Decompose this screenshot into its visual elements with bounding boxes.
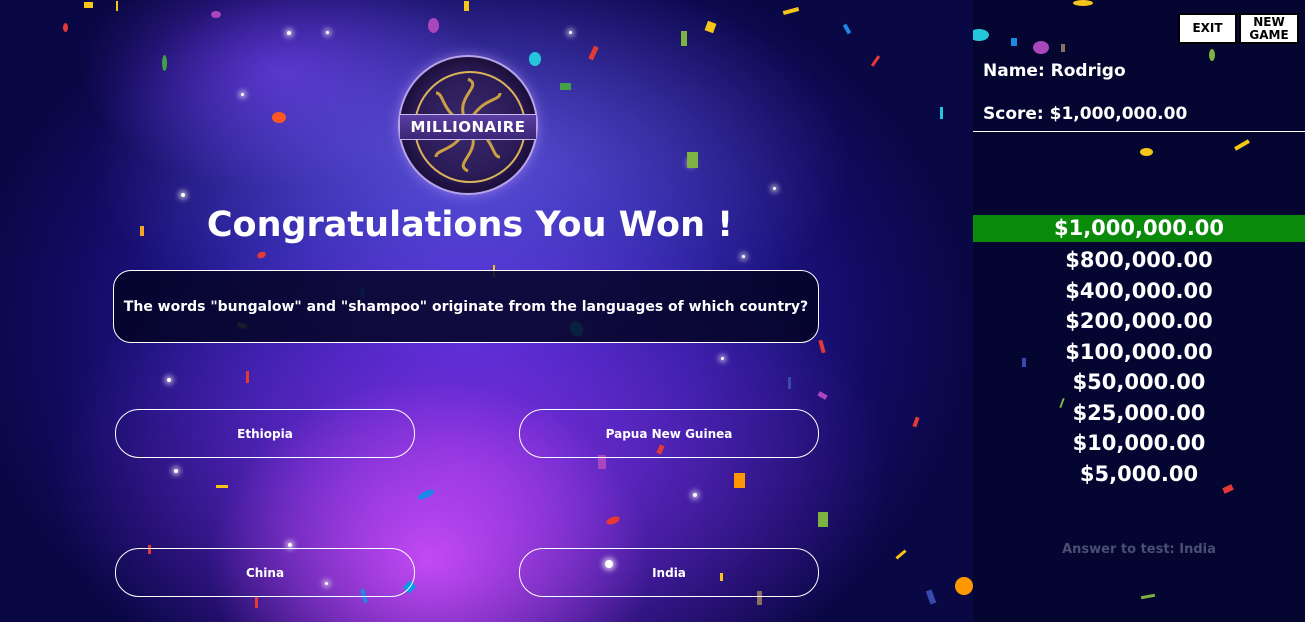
logo-text: MILLIONAIRE (400, 114, 536, 140)
player-name: Name: Rodrigo (983, 61, 1126, 81)
confetti-piece (870, 55, 881, 67)
confetti-piece (973, 29, 989, 41)
panel-divider (973, 131, 1305, 132)
sparkle-decoration (167, 378, 171, 382)
confetti-piece (416, 487, 436, 502)
exit-button[interactable]: EXIT (1178, 13, 1237, 44)
answer-label: Papua New Guinea (605, 426, 733, 441)
millionaire-logo: MILLIONAIRE (400, 57, 536, 193)
sparkle-decoration (174, 469, 178, 473)
answer-hint: Answer to test: India (1062, 542, 1216, 557)
sparkle-decoration (721, 357, 724, 360)
prize-level: $10,000.00 (1072, 431, 1206, 455)
answer-option-a[interactable]: Ethiopia (115, 409, 415, 458)
sparkle-decoration (241, 93, 244, 96)
confetti-piece (818, 339, 826, 354)
confetti-piece (1140, 148, 1153, 156)
confetti-piece (818, 512, 828, 527)
prize-level: $800,000.00 (1065, 248, 1213, 272)
game-stage: MILLIONAIRE Congratulations You Won ! Th… (0, 0, 973, 622)
confetti-piece (588, 45, 599, 61)
confetti-piece (704, 20, 717, 34)
confetti-piece (1209, 49, 1215, 61)
sparkle-decoration (742, 255, 745, 258)
answer-option-c[interactable]: China (115, 548, 415, 597)
question-box: The words "bungalow" and "shampoo" origi… (113, 270, 819, 343)
confetti-piece (255, 596, 258, 608)
side-panel: EXIT NEW GAME Name: Rodrigo Score: $1,000… (973, 0, 1305, 622)
sparkle-decoration (693, 493, 697, 497)
answer-option-b[interactable]: Papua New Guinea (519, 409, 819, 458)
confetti-piece (605, 514, 621, 527)
answer-label: India (652, 565, 686, 580)
prize-level: $5,000.00 (1079, 461, 1199, 486)
confetti-piece (464, 1, 469, 11)
confetti-piece (560, 83, 571, 90)
confetti-piece (216, 485, 228, 488)
congratulations-heading: Congratulations You Won ! (206, 205, 734, 245)
confetti-piece (84, 2, 93, 8)
confetti-piece (955, 577, 973, 595)
question-text: The words "bungalow" and "shampoo" origi… (123, 298, 809, 315)
sparkle-decoration (569, 31, 572, 34)
confetti-piece (1061, 44, 1065, 52)
confetti-piece (1234, 139, 1250, 151)
sparkle-decoration (181, 193, 185, 197)
prize-level: $50,000.00 (1072, 370, 1206, 394)
confetti-piece (272, 112, 286, 123)
confetti-piece (63, 23, 68, 32)
answer-label: China (245, 565, 285, 580)
confetti-piece (817, 391, 828, 400)
new-game-button[interactable]: NEW GAME (1239, 13, 1299, 44)
sparkle-decoration (773, 187, 776, 190)
confetti-piece (246, 371, 249, 383)
prize-level: $400,000.00 (1065, 278, 1213, 303)
confetti-piece (788, 377, 791, 389)
answer-label: Ethiopia (237, 426, 293, 441)
confetti-piece (1140, 593, 1156, 600)
confetti-piece (842, 23, 852, 35)
prize-level: $200,000.00 (1065, 309, 1213, 333)
confetti-piece (162, 55, 167, 71)
prize-level-current: $1,000,000.00 (973, 215, 1305, 242)
confetti-piece (782, 6, 800, 16)
confetti-piece (211, 11, 221, 18)
player-score: Score: $1,000,000.00 (983, 104, 1188, 124)
confetti-piece (1073, 0, 1093, 6)
sparkle-decoration (288, 543, 292, 547)
sparkle-decoration (326, 31, 329, 34)
confetti-piece (895, 549, 907, 560)
new-game-label: NEW GAME (1249, 15, 1289, 42)
confetti-piece (925, 589, 937, 605)
answer-option-d[interactable]: India (519, 548, 819, 597)
confetti-piece (116, 1, 118, 11)
confetti-piece (940, 107, 943, 119)
confetti-piece (681, 31, 687, 46)
confetti-piece (912, 416, 920, 428)
prize-level: $25,000.00 (1072, 400, 1206, 425)
confetti-piece (687, 152, 698, 168)
prize-level: $100,000.00 (1065, 339, 1213, 364)
confetti-piece (1033, 41, 1049, 54)
confetti-piece (734, 473, 745, 488)
sparkle-decoration (287, 31, 291, 35)
prize-ladder: $1,000,000.00 $800,000.00 $400,000.00 $200,… (973, 215, 1305, 489)
confetti-piece (1011, 38, 1017, 46)
confetti-piece (428, 18, 439, 33)
confetti-piece (256, 250, 267, 260)
